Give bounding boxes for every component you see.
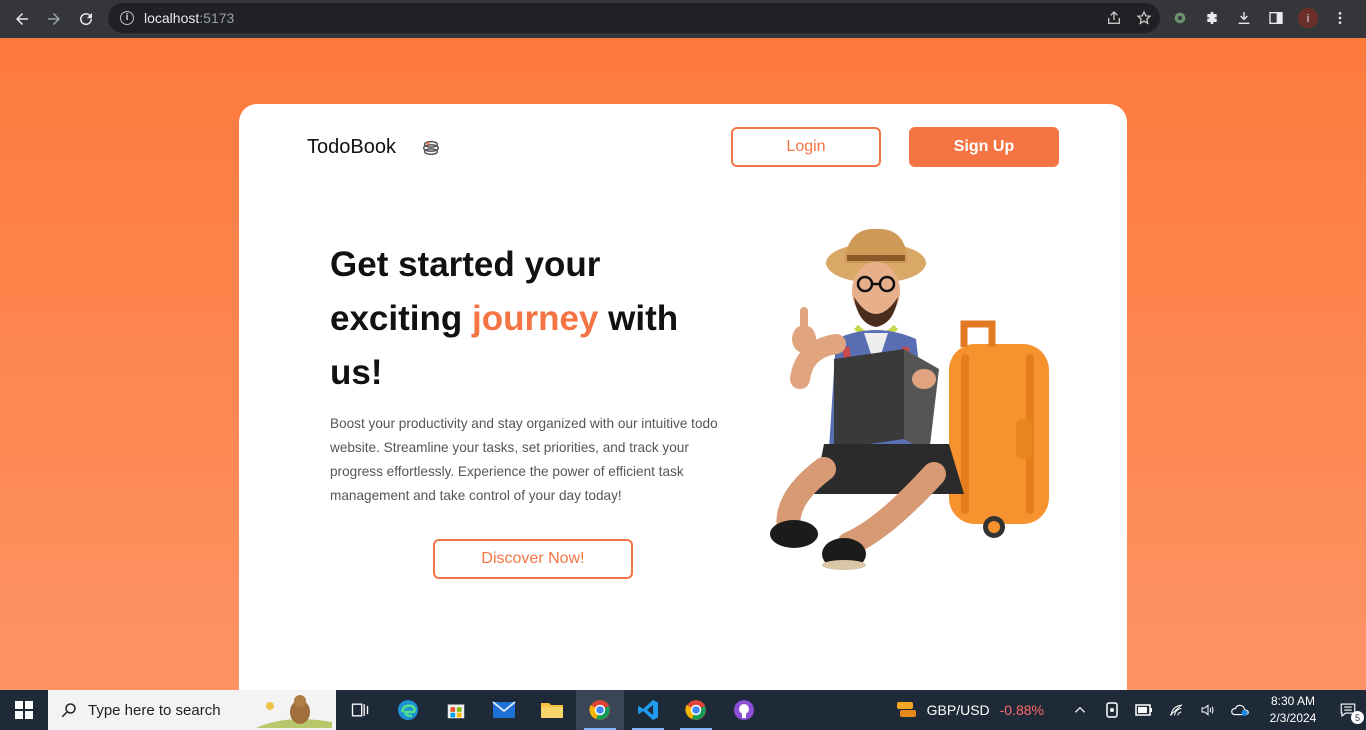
chevron-up-icon[interactable] [1064, 690, 1096, 730]
hero-description: Boost your productivity and stay organiz… [330, 416, 718, 503]
volume-icon[interactable] [1192, 690, 1224, 730]
store-icon[interactable] [432, 690, 480, 730]
sidepanel-icon[interactable] [1266, 8, 1286, 28]
brand-logo-icon [422, 140, 440, 155]
chrome-profile-icon[interactable] [672, 690, 720, 730]
ticker-icon [896, 702, 916, 717]
notification-count: 5 [1351, 711, 1364, 724]
page-background: TodoBook Login Sign Up Get started your … [0, 38, 1366, 704]
ticker-symbol: GBP/USD [926, 702, 990, 718]
reload-icon[interactable] [70, 3, 102, 35]
url-text: localhost:5173 [144, 10, 235, 26]
login-button[interactable]: Login [731, 127, 881, 167]
forward-icon[interactable] [38, 3, 70, 35]
search-icon [61, 703, 76, 718]
signup-button[interactable]: Sign Up [909, 127, 1059, 167]
taskbar-clock[interactable]: 8:30 AM 2/3/2024 [1256, 693, 1330, 727]
battery-icon[interactable] [1128, 690, 1160, 730]
landing-card: TodoBook Login Sign Up Get started your … [239, 104, 1127, 704]
search-highlight-image [256, 695, 332, 728]
github-icon[interactable] [720, 690, 768, 730]
address-bar[interactable]: i localhost:5173 [108, 3, 1160, 33]
windows-taskbar: Type here to search GBP/USD -0.88% 8:30 … [0, 690, 1366, 730]
taskbar-search-box[interactable]: Type here to search [48, 690, 336, 730]
ticker-change: -0.88% [999, 702, 1044, 718]
profile-avatar[interactable]: i [1298, 8, 1318, 28]
share-icon[interactable] [1106, 10, 1122, 26]
extension-icon[interactable] [1170, 8, 1190, 28]
discover-button[interactable]: Discover Now! [433, 539, 633, 579]
notification-icon[interactable]: 5 [1330, 690, 1366, 730]
stock-ticker-widget[interactable]: GBP/USD -0.88% [895, 700, 1044, 720]
hero-title-accent: journey [471, 299, 599, 338]
chrome-icon[interactable] [576, 690, 624, 730]
download-icon[interactable] [1234, 8, 1254, 28]
meet-now-icon[interactable] [1096, 690, 1128, 730]
wifi-icon[interactable] [1160, 690, 1192, 730]
task-view-icon[interactable] [336, 690, 384, 730]
info-icon[interactable]: i [120, 11, 134, 25]
taskbar-search-placeholder: Type here to search [88, 701, 221, 719]
puzzle-icon[interactable] [1202, 8, 1222, 28]
clock-date: 2/3/2024 [1269, 711, 1317, 725]
mail-icon[interactable] [480, 690, 528, 730]
file-explorer-icon[interactable] [528, 690, 576, 730]
traveler-illustration [770, 229, 1049, 570]
brand[interactable]: TodoBook [307, 136, 442, 159]
menu-icon[interactable] [1330, 8, 1350, 28]
back-icon[interactable] [6, 3, 38, 35]
star-icon[interactable] [1136, 10, 1152, 26]
hero-title: Get started your exciting journey with u… [330, 238, 730, 400]
onedrive-icon[interactable] [1224, 690, 1256, 730]
windows-start-icon[interactable] [0, 690, 48, 730]
system-tray: GBP/USD -0.88% 8:30 AM 2/3/2024 5 [895, 690, 1366, 730]
vscode-icon[interactable] [624, 690, 672, 730]
browser-toolbar: i localhost:5173 i [0, 0, 1366, 38]
brand-name: TodoBook [307, 136, 396, 158]
clock-time: 8:30 AM [1270, 694, 1316, 708]
edge-icon[interactable] [384, 690, 432, 730]
